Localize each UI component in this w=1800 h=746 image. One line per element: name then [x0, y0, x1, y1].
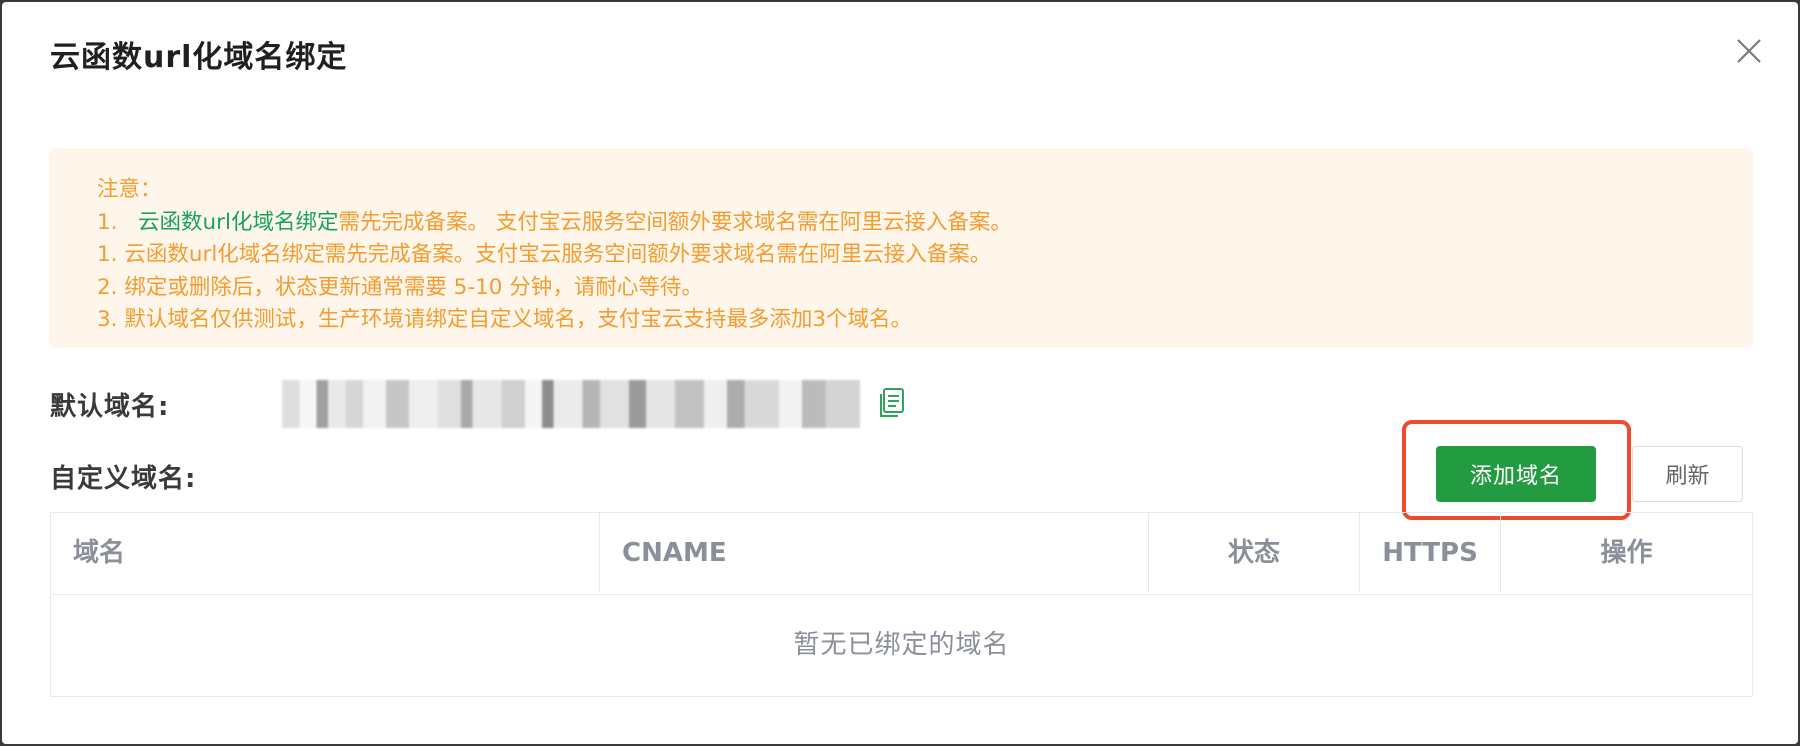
notice-line-1-rest: 需先完成备案。 支付宝云服务空间额外要求域名需在阿里云接入备案。: [338, 209, 1012, 235]
notice-line-3: 2. 绑定或删除后，状态更新通常需要 5-10 分钟，请耐心等待。: [97, 274, 703, 300]
default-domain-value-blurred: [282, 380, 860, 428]
column-header-cname: CNAME: [600, 513, 1149, 593]
table-empty-text: 暂无已绑定的域名: [793, 630, 1010, 660]
default-domain-label: 默认域名:: [50, 392, 170, 422]
notice-line-1-prefix: 1.: [97, 209, 139, 235]
dialog: 云函数url化域名绑定 注意： 1. 云函数url化域名绑定需先完成备案。 支付…: [2, 2, 1798, 744]
notice-line-1-highlight: 云函数url化域名绑定: [138, 209, 339, 235]
copy-icon[interactable]: [878, 387, 906, 419]
add-domain-button[interactable]: 添加域名: [1436, 446, 1596, 502]
dialog-title: 云函数url化域名绑定: [50, 40, 348, 75]
notice-box: 注意： 1. 云函数url化域名绑定需先完成备案。 支付宝云服务空间额外要求域名…: [49, 148, 1753, 348]
column-header-status: 状态: [1149, 513, 1360, 593]
notice-line-4: 3. 默认域名仅供测试，生产环境请绑定自定义域名，支付宝云支持最多添加3个域名。: [97, 307, 913, 332]
refresh-button[interactable]: 刷新: [1632, 446, 1743, 502]
column-header-https: HTTPS: [1360, 513, 1501, 593]
domain-table: 域名 CNAME 状态 HTTPS 操作 暂无已绑定的域名: [50, 512, 1753, 697]
notice-heading: 注意：: [97, 177, 162, 202]
close-icon[interactable]: [1734, 36, 1764, 66]
column-header-actions: 操作: [1600, 538, 1653, 568]
custom-domain-label: 自定义域名:: [50, 464, 197, 494]
notice-line-1: 1. 云函数url化域名绑定需先完成备案。 支付宝云服务空间额外要求域名需在阿里…: [97, 207, 1753, 240]
notice-line-2: 1. 云函数url化域名绑定需先完成备案。支付宝云服务空间额外要求域名需在阿里云…: [97, 242, 992, 267]
table-header: 域名 CNAME 状态 HTTPS 操作: [51, 513, 1752, 595]
column-header-domain: 域名: [51, 513, 600, 593]
